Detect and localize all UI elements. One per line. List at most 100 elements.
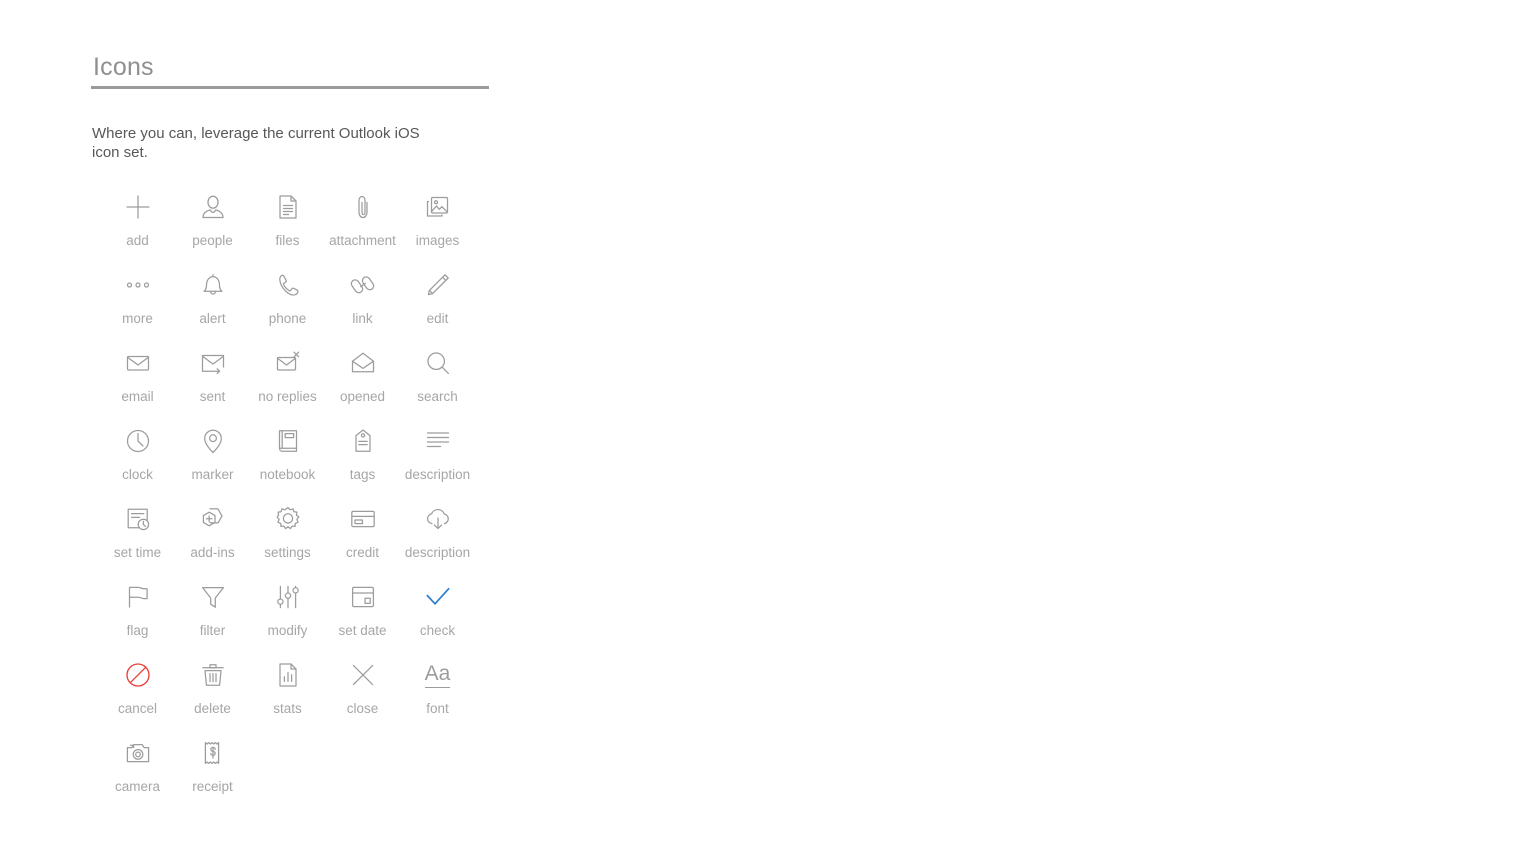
icon-label: images [415, 233, 460, 248]
icon-label: more [122, 311, 153, 326]
page-title: Icons [93, 53, 154, 81]
icon-cell-alert[interactable]: alert [175, 266, 250, 344]
icon-cell-files[interactable]: files [250, 188, 325, 266]
icon-cell-settings[interactable]: settings [250, 500, 325, 578]
close-x-icon [343, 656, 383, 694]
envelope-arrow-icon [193, 344, 233, 382]
icon-cell-marker[interactable]: marker [175, 422, 250, 500]
checkmark-icon [418, 578, 458, 616]
icon-cell-receipt[interactable]: receipt [175, 734, 250, 812]
icon-cell-stats[interactable]: stats [250, 656, 325, 734]
icon-label: modify [267, 623, 308, 638]
title-divider [91, 86, 489, 89]
icon-label: receipt [192, 779, 233, 794]
sliders-icon [268, 578, 308, 616]
icon-label: marker [191, 467, 234, 482]
icon-label: delete [194, 701, 231, 716]
icon-cell-images[interactable]: images [400, 188, 475, 266]
icon-label: add [126, 233, 149, 248]
icon-cell-sent[interactable]: sent [175, 344, 250, 422]
link-icon [343, 266, 383, 304]
icon-label: opened [339, 389, 386, 404]
card-clock-icon [118, 500, 158, 538]
font-aa-text: Aa [424, 662, 451, 688]
icon-label: description [404, 467, 471, 482]
icon-cell-email[interactable]: email [100, 344, 175, 422]
camera-icon [118, 734, 158, 772]
icon-cell-close[interactable]: close [325, 656, 400, 734]
icon-label: people [192, 233, 233, 248]
person-icon [193, 188, 233, 226]
icon-cell-filter[interactable]: filter [175, 578, 250, 656]
icon-label: email [121, 389, 154, 404]
font-aa-icon: Aa [418, 656, 458, 694]
icon-label: no replies [258, 389, 317, 404]
icon-cell-cancel[interactable]: cancel [100, 656, 175, 734]
icon-label: flag [126, 623, 149, 638]
intro-paragraph: Where you can, leverage the current Outl… [92, 125, 420, 161]
icon-cell-people[interactable]: people [175, 188, 250, 266]
icon-label: credit [345, 545, 379, 560]
icon-label: notebook [259, 467, 316, 482]
icon-label: cancel [117, 701, 158, 716]
icon-cell-check[interactable]: check [400, 578, 475, 656]
icon-cell-search[interactable]: search [400, 344, 475, 422]
icon-cell-set-date[interactable]: set date [325, 578, 400, 656]
funnel-icon [193, 578, 233, 616]
icon-cell-modify[interactable]: modify [250, 578, 325, 656]
icon-label: check [419, 623, 456, 638]
icon-cell-credit[interactable]: credit [325, 500, 400, 578]
icon-library-page: Icons Where you can, leverage the curren… [0, 0, 1519, 863]
icon-cell-tags[interactable]: tags [325, 422, 400, 500]
icon-label: sent [199, 389, 226, 404]
icon-label: alert [199, 311, 226, 326]
calendar-icon [343, 578, 383, 616]
icon-cell-phone[interactable]: phone [250, 266, 325, 344]
icon-cell-delete[interactable]: delete [175, 656, 250, 734]
icon-cell-no-replies[interactable]: no replies [250, 344, 325, 422]
icon-label: set date [338, 623, 387, 638]
icon-cell-add[interactable]: add [100, 188, 175, 266]
icon-cell-clock[interactable]: clock [100, 422, 175, 500]
icon-label: stats [273, 701, 302, 716]
prohibited-icon [118, 656, 158, 694]
icon-cell-set-time[interactable]: set time [100, 500, 175, 578]
icon-cell-font[interactable]: Aa font [400, 656, 475, 734]
icon-cell-edit[interactable]: edit [400, 266, 475, 344]
icon-grid: add people files attachment images more alert p… [100, 188, 500, 812]
magnifier-icon [418, 344, 458, 382]
plus-icon [118, 188, 158, 226]
icon-cell-flag[interactable]: flag [100, 578, 175, 656]
icon-cell-description-cloud[interactable]: description [400, 500, 475, 578]
icon-label: camera [114, 779, 160, 794]
icon-cell-camera[interactable]: camera [100, 734, 175, 812]
icon-label: add-ins [190, 545, 235, 560]
icon-label: font [426, 701, 449, 716]
receipt-icon [193, 734, 233, 772]
icon-cell-link[interactable]: link [325, 266, 400, 344]
clock-icon [118, 422, 158, 460]
document-icon [268, 188, 308, 226]
paperclip-icon [343, 188, 383, 226]
ellipsis-icon [118, 266, 158, 304]
icon-label: close [346, 701, 379, 716]
envelope-open-icon [343, 344, 383, 382]
photos-icon [418, 188, 458, 226]
icon-label: tags [349, 467, 376, 482]
icon-cell-add-ins[interactable]: add-ins [175, 500, 250, 578]
envelope-icon [118, 344, 158, 382]
trash-icon [193, 656, 233, 694]
icon-label: search [417, 389, 458, 404]
icon-cell-opened[interactable]: opened [325, 344, 400, 422]
icon-cell-notebook[interactable]: notebook [250, 422, 325, 500]
icon-label: filter [199, 623, 226, 638]
icon-cell-more[interactable]: more [100, 266, 175, 344]
icon-label: set time [113, 545, 162, 560]
icon-label: description [404, 545, 471, 560]
notebook-icon [268, 422, 308, 460]
icon-label: edit [426, 311, 449, 326]
icon-label: link [352, 311, 373, 326]
icon-cell-attachment[interactable]: attachment [325, 188, 400, 266]
icon-cell-description[interactable]: description [400, 422, 475, 500]
credit-card-icon [343, 500, 383, 538]
